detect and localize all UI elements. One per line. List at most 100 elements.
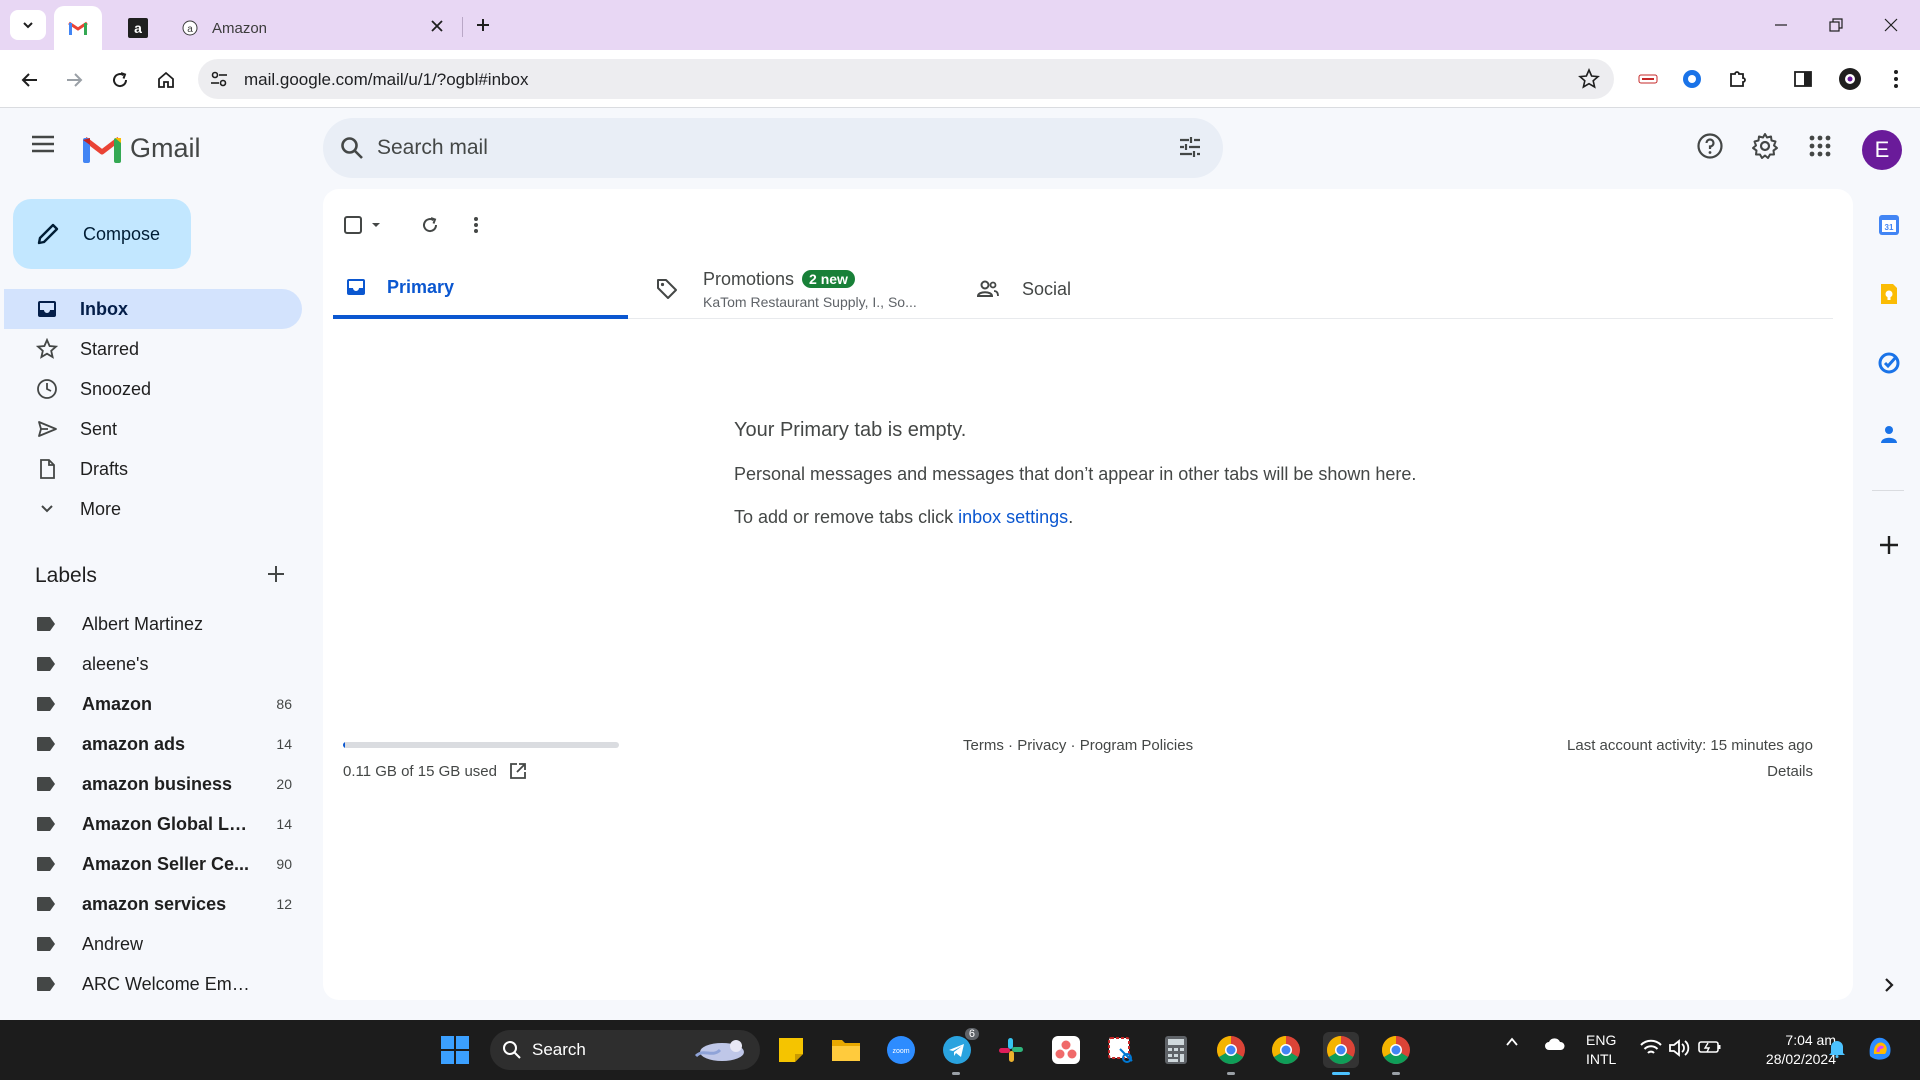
back-button[interactable] — [14, 64, 46, 96]
home-button[interactable] — [150, 64, 182, 96]
url-text: mail.google.com/mail/u/1/?ogbl#inbox — [244, 70, 529, 89]
label-item[interactable]: Andrew — [36, 926, 292, 962]
extension-button[interactable] — [1678, 65, 1706, 93]
more-actions-button[interactable] — [473, 207, 479, 243]
contacts-app-button[interactable] — [1874, 419, 1904, 449]
calendar-app-button[interactable]: 31 — [1874, 210, 1904, 240]
gmail-logo[interactable]: Gmail — [82, 133, 201, 164]
chrome-app-active[interactable] — [1323, 1032, 1359, 1068]
close-window-button[interactable] — [1878, 12, 1904, 38]
chrome-app-2[interactable] — [1268, 1032, 1304, 1068]
side-panel-button[interactable] — [1789, 65, 1817, 93]
chrome-app-4[interactable] — [1378, 1032, 1414, 1068]
label-item[interactable]: Amazon 86 — [36, 686, 292, 722]
search-icon[interactable] — [339, 135, 365, 161]
keep-app-button[interactable] — [1874, 279, 1904, 309]
wifi-icon — [1640, 1039, 1662, 1057]
label-item[interactable]: ARC Welcome Emails — [36, 966, 292, 1002]
forward-button[interactable] — [58, 64, 90, 96]
label-item[interactable]: amazon ads 14 — [36, 726, 292, 762]
extension-login-button[interactable] — [1634, 65, 1662, 93]
snipping-tool-icon — [1106, 1035, 1136, 1065]
show-side-panel-button[interactable] — [1874, 970, 1904, 1000]
network-button[interactable] — [1640, 1039, 1662, 1057]
language-indicator[interactable]: ENG INTL — [1586, 1031, 1616, 1069]
start-button[interactable] — [437, 1032, 473, 1068]
onedrive-button[interactable] — [1544, 1036, 1566, 1052]
new-tab-button[interactable] — [470, 12, 496, 38]
search-options-icon[interactable] — [1177, 134, 1203, 160]
empty-heading: Your Primary tab is empty. — [734, 419, 967, 441]
privacy-link[interactable]: Privacy — [1017, 737, 1066, 754]
get-addons-button[interactable] — [1874, 530, 1904, 560]
details-link[interactable]: Details — [1567, 763, 1813, 780]
sidebar-item-snoozed[interactable]: Snoozed — [4, 369, 302, 409]
profile-button[interactable] — [1836, 65, 1864, 93]
label-unread-count: 86 — [276, 696, 292, 712]
clock-icon — [36, 378, 58, 400]
sticky-notes-app[interactable] — [773, 1032, 809, 1068]
settings-button[interactable] — [1749, 130, 1781, 162]
calculator-app[interactable] — [1158, 1032, 1194, 1068]
compose-button[interactable]: Compose — [13, 199, 191, 269]
label-item[interactable]: amazon business 20 — [36, 766, 292, 802]
chrome-app-1[interactable] — [1213, 1032, 1249, 1068]
select-all-button[interactable] — [343, 207, 381, 243]
volume-button[interactable] — [1668, 1039, 1690, 1057]
restore-button[interactable] — [1823, 12, 1849, 38]
sidebar-item-inbox[interactable]: Inbox — [4, 289, 302, 329]
refresh-button[interactable] — [420, 207, 440, 243]
tab-amazon[interactable]: a Amazon — [170, 6, 460, 50]
sidebar-item-more[interactable]: More — [4, 489, 302, 529]
snipping-tool-app[interactable] — [1103, 1032, 1139, 1068]
reload-button[interactable] — [104, 64, 136, 96]
label-name: amazon business — [82, 773, 233, 794]
tab-promotions[interactable]: Promotions 2 new KaTom Restaurant Supply… — [655, 259, 955, 319]
empty-hint-suffix: . — [1068, 507, 1074, 527]
google-apps-button[interactable] — [1804, 130, 1836, 162]
tab-gmail[interactable] — [54, 6, 102, 50]
tab-social[interactable]: Social — [976, 259, 1226, 319]
inbox-settings-link[interactable]: inbox settings — [958, 507, 1068, 527]
account-avatar[interactable]: E — [1862, 130, 1902, 170]
extensions-menu-button[interactable] — [1724, 65, 1752, 93]
tab-primary[interactable]: Primary — [333, 259, 628, 319]
label-item[interactable]: Amazon Seller Ce... 90 — [36, 846, 292, 882]
tasks-app-button[interactable] — [1874, 348, 1904, 378]
sidebar-item-drafts[interactable]: Drafts — [4, 449, 302, 489]
notifications-button[interactable] — [1828, 1038, 1846, 1058]
label-item[interactable]: Albert Martinez — [36, 606, 292, 642]
sidebar-item-starred[interactable]: Starred — [4, 329, 302, 369]
label-item[interactable]: amazon services 12 — [36, 886, 292, 922]
browser-menu-button[interactable] — [1882, 65, 1910, 93]
battery-button[interactable] — [1698, 1039, 1722, 1055]
search-highlight-icon — [690, 1036, 748, 1064]
minimize-button[interactable] — [1768, 12, 1794, 38]
program-policies-link[interactable]: Program Policies — [1080, 737, 1193, 754]
close-icon[interactable] — [430, 19, 444, 33]
sidebar-item-sent[interactable]: Sent — [4, 409, 302, 449]
terms-link[interactable]: Terms — [963, 737, 1004, 754]
file-explorer-app[interactable] — [828, 1032, 864, 1068]
bookmark-star-icon[interactable] — [1578, 68, 1600, 90]
copilot-button[interactable] — [1864, 1032, 1896, 1064]
address-bar[interactable]: mail.google.com/mail/u/1/?ogbl#inbox — [198, 59, 1614, 99]
main-menu-button[interactable] — [30, 134, 56, 154]
telegram-app[interactable]: 6 — [939, 1028, 979, 1068]
create-label-button[interactable] — [266, 564, 286, 584]
search-bar[interactable] — [323, 118, 1223, 178]
zoom-app[interactable]: zoom — [883, 1032, 919, 1068]
label-item[interactable]: Amazon Global Lo... 14 — [36, 806, 292, 842]
open-in-new-icon[interactable] — [509, 762, 527, 780]
tab-search-button[interactable] — [10, 10, 46, 40]
slack-app[interactable] — [993, 1032, 1029, 1068]
label-item[interactable]: aleene's — [36, 646, 292, 682]
search-input[interactable] — [377, 132, 1137, 164]
taskbar-search[interactable]: Search — [490, 1030, 760, 1070]
tab-amazon-pinned[interactable]: a — [118, 6, 158, 50]
site-info-icon[interactable] — [208, 68, 230, 90]
asana-app[interactable] — [1048, 1032, 1084, 1068]
show-hidden-icons-button[interactable] — [1504, 1034, 1520, 1050]
support-button[interactable] — [1694, 130, 1726, 162]
clock[interactable]: 7:04 am 28/02/2024 — [1742, 1031, 1836, 1069]
